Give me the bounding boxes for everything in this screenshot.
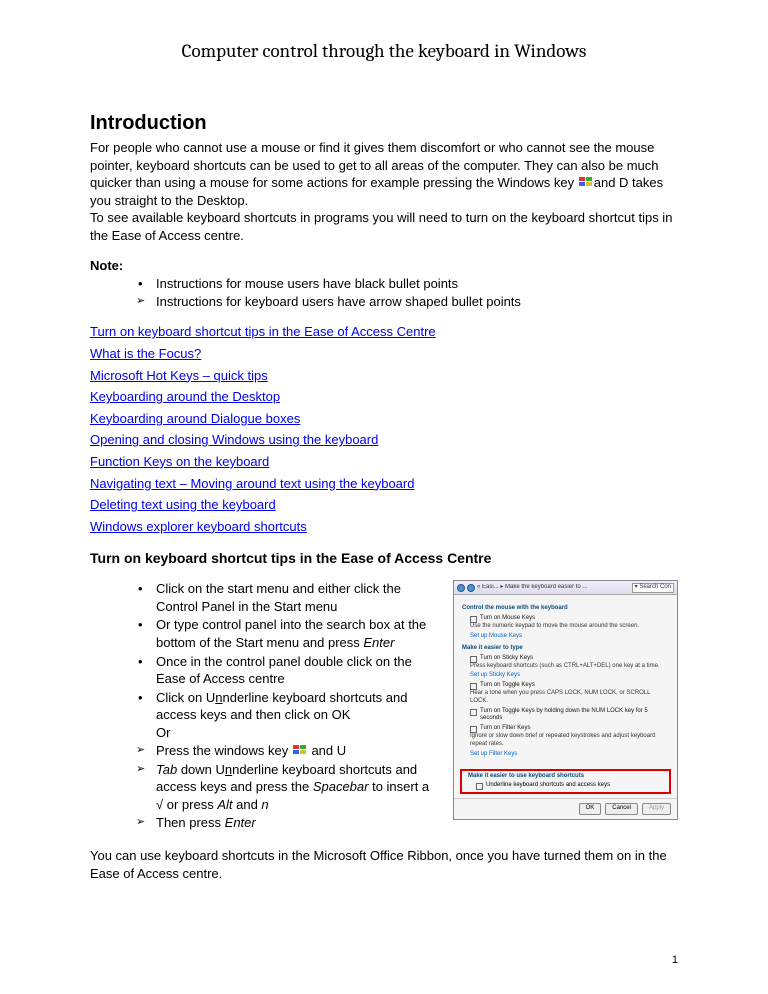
text: Click on U: [156, 690, 215, 705]
text: Alt: [217, 797, 232, 812]
section-body: Click on the start menu and either click…: [90, 580, 678, 833]
link: Set up Sticky Keys: [470, 672, 669, 680]
text: Use the numeric keypad to move the mouse…: [470, 623, 669, 631]
text: Enter: [225, 815, 256, 830]
intro-paragraph: For people who cannot use a mouse or fin…: [90, 139, 678, 244]
footer-paragraph: You can use keyboard shortcuts in the Mi…: [90, 847, 678, 882]
list-item: Or type control panel into the search bo…: [138, 616, 439, 651]
windows-logo-icon: [579, 177, 593, 188]
forward-icon: [467, 584, 475, 592]
group-heading: Make it easier to use keyboard shortcuts: [468, 773, 663, 781]
cancel-button: Cancel: [605, 803, 638, 815]
checkbox: Turn on Toggle Keys by holding down the …: [470, 708, 669, 724]
link: Set up Filter Keys: [470, 751, 669, 759]
section-heading: Turn on keyboard shortcut tips in the Ea…: [90, 550, 678, 566]
list-item: Press the windows key and U: [138, 742, 439, 760]
checkbox: Turn on Filter Keys: [470, 725, 669, 733]
list-item: Once in the control panel double click o…: [138, 653, 439, 688]
list-item: Click on Unnderline keyboard shortcuts a…: [138, 689, 439, 742]
list-item: Then press Enter: [138, 814, 439, 832]
checkbox: Turn on Toggle Keys: [470, 682, 669, 690]
text: Or: [156, 725, 170, 740]
search-input: ▾ Search Con: [632, 583, 674, 593]
text: Ignore or slow down brief or repeated ke…: [470, 733, 669, 749]
text: Press the windows key: [156, 743, 292, 758]
toc-link[interactable]: Deleting text using the keyboard: [90, 497, 678, 513]
text: down U: [177, 762, 225, 777]
intro-heading: Introduction: [90, 112, 678, 135]
checkbox: Turn on Mouse Keys: [470, 615, 669, 623]
text: For people who cannot use a mouse or fin…: [90, 140, 659, 190]
toc-link[interactable]: Opening and closing Windows using the ke…: [90, 432, 678, 448]
list-item: Tab down Unnderline keyboard shortcuts a…: [138, 761, 439, 814]
text: Spacebar: [313, 779, 369, 794]
toc-link[interactable]: What is the Focus?: [90, 346, 678, 362]
toc-link[interactable]: Function Keys on the keyboard: [90, 454, 678, 470]
highlight-box: Make it easier to use keyboard shortcuts…: [460, 769, 671, 795]
note-list: Instructions for mouse users have black …: [138, 275, 678, 310]
group-heading: Make it easier to type: [462, 645, 669, 653]
text: To see available keyboard shortcuts in p…: [90, 210, 672, 243]
table-of-contents: Turn on keyboard shortcut tips in the Ea…: [90, 324, 678, 534]
windows-logo-icon: [293, 745, 307, 756]
toc-link[interactable]: Navigating text – Moving around text usi…: [90, 476, 678, 492]
list-item: Click on the start menu and either click…: [138, 580, 439, 615]
toc-link[interactable]: Keyboarding around Dialogue boxes: [90, 411, 678, 427]
note-label: Note:: [90, 258, 678, 273]
list-item: Instructions for mouse users have black …: [138, 275, 678, 293]
list-item: Instructions for keyboard users have arr…: [138, 293, 678, 311]
text: and: [233, 797, 262, 812]
back-icon: [457, 584, 465, 592]
ok-button: OK: [579, 803, 602, 815]
instruction-steps: Click on the start menu and either click…: [90, 580, 439, 833]
checkbox: Underline keyboard shortcuts and access …: [476, 782, 663, 790]
text: Press keyboard shortcuts (such as CTRL+A…: [470, 663, 669, 671]
checkbox: Turn on Sticky Keys: [470, 655, 669, 663]
breadcrumb: « Easi... ▸ Make the keyboard easier to …: [477, 584, 630, 592]
document-title: Computer control through the keyboard in…: [90, 40, 678, 62]
link: Set up Mouse Keys: [470, 633, 669, 641]
apply-button: Apply: [642, 803, 671, 815]
text: Then press: [156, 815, 225, 830]
screenshot-ease-of-access: « Easi... ▸ Make the keyboard easier to …: [453, 580, 678, 833]
page-number: 1: [672, 954, 678, 966]
group-heading: Control the mouse with the keyboard: [462, 605, 669, 613]
text: n: [261, 797, 268, 812]
toc-link[interactable]: Keyboarding around the Desktop: [90, 389, 678, 405]
toc-link[interactable]: Turn on keyboard shortcut tips in the Ea…: [90, 324, 678, 340]
text: Hear a tone when you press CAPS LOCK, NU…: [470, 690, 669, 706]
text: Tab: [156, 762, 177, 777]
toc-link[interactable]: Windows explorer keyboard shortcuts: [90, 519, 678, 535]
text: and U: [308, 743, 346, 758]
toc-link[interactable]: Microsoft Hot Keys – quick tips: [90, 368, 678, 384]
dialog-buttons: OK Cancel Apply: [454, 798, 677, 819]
text: Enter: [363, 635, 394, 650]
window-titlebar: « Easi... ▸ Make the keyboard easier to …: [454, 581, 677, 595]
